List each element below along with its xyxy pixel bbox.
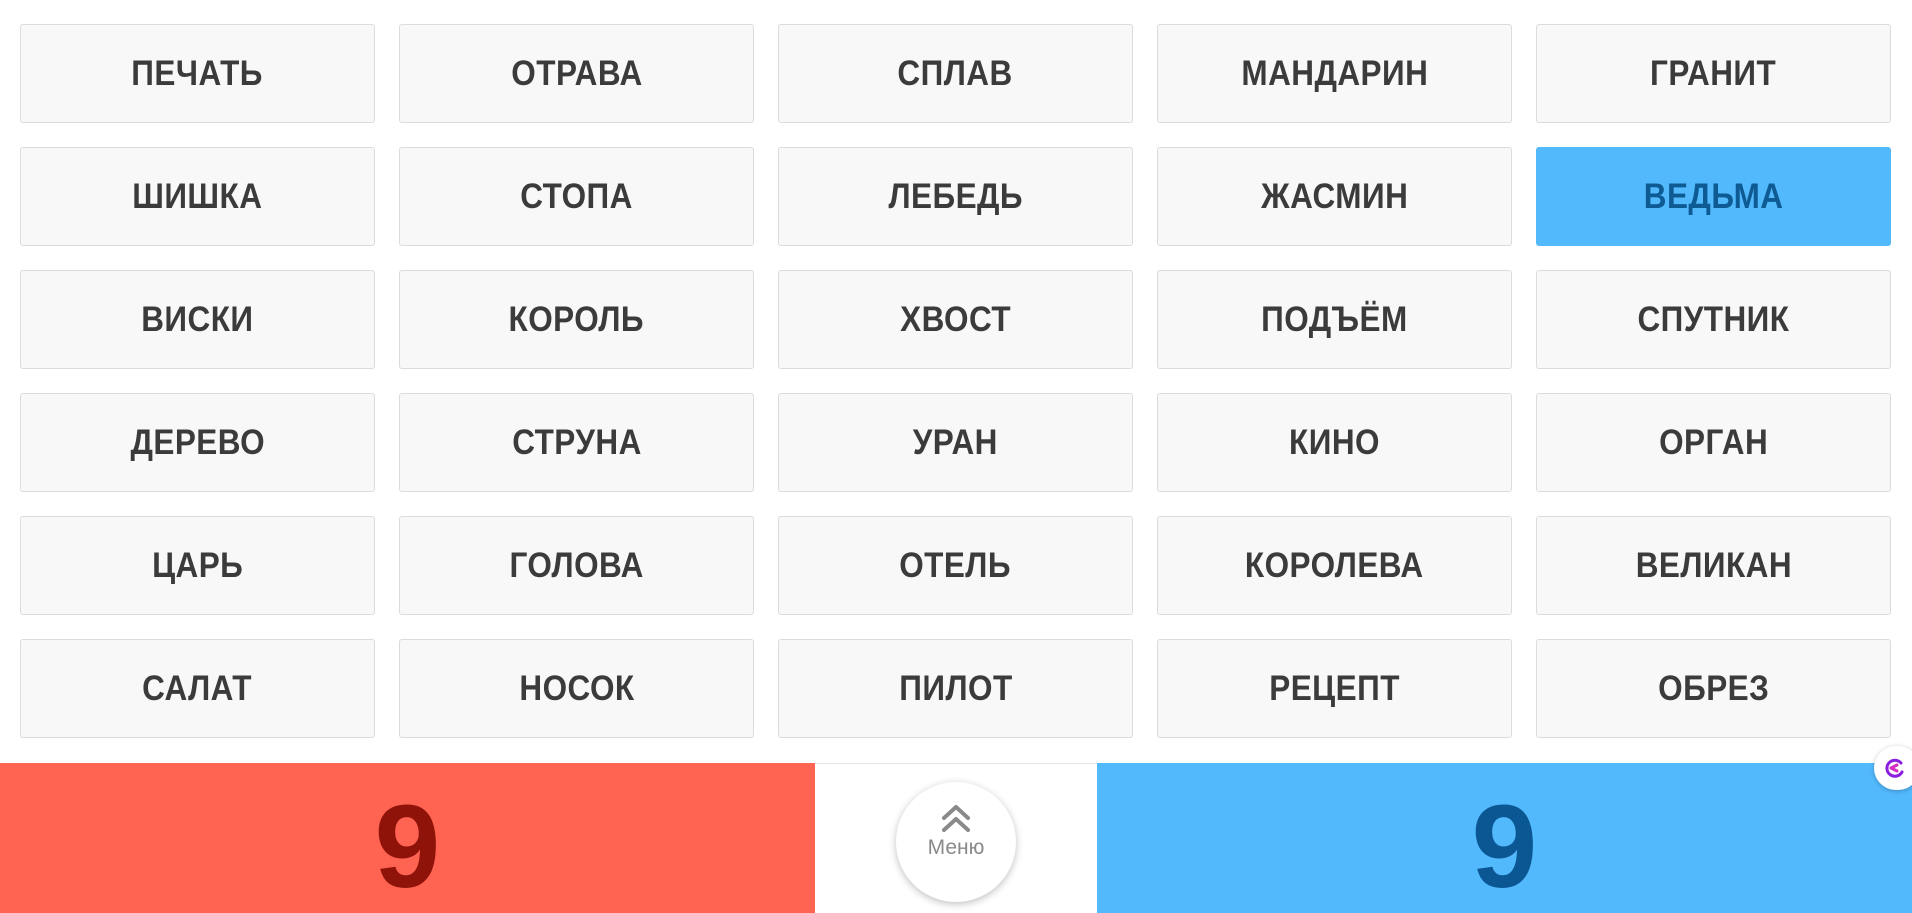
blue-team-score: 9 (1471, 781, 1538, 913)
card-word: СПЛАВ (897, 53, 1014, 93)
word-card[interactable]: ОРГАН (1536, 393, 1891, 492)
card-word: ВИСКИ (141, 299, 254, 339)
word-card[interactable]: СПУТНИК (1536, 270, 1891, 369)
word-card[interactable]: ПОДЪЁМ (1157, 270, 1512, 369)
word-card[interactable]: ВИСКИ (20, 270, 375, 369)
double-chevron-up-icon (942, 805, 970, 832)
card-word: ГРАНИТ (1650, 53, 1777, 93)
word-card[interactable]: УРАН (778, 393, 1133, 492)
word-card[interactable]: ВЕДЬМА (1536, 147, 1891, 246)
word-card[interactable]: КОРОЛЕВА (1157, 516, 1512, 615)
word-card[interactable]: ГОЛОВА (399, 516, 754, 615)
score-bar: 9 Меню 9 (0, 763, 1912, 913)
card-word: СТОПА (520, 176, 633, 216)
card-word: ОБРЕЗ (1657, 668, 1770, 708)
card-word: РЕЦЕПТ (1269, 668, 1400, 708)
word-card[interactable]: ЛЕБЕДЬ (778, 147, 1133, 246)
card-word: СТРУНА (511, 422, 642, 462)
card-word: ОТРАВА (510, 53, 643, 93)
menu-area: Меню (815, 763, 1097, 913)
card-word: ОТЕЛЬ (899, 545, 1012, 585)
word-card[interactable]: ЖАСМИН (1157, 147, 1512, 246)
card-word: ШИШКА (132, 176, 263, 216)
word-card[interactable]: ПЕЧАТЬ (20, 24, 375, 123)
word-card[interactable]: МАНДАРИН (1157, 24, 1512, 123)
word-card[interactable]: ВЕЛИКАН (1536, 516, 1891, 615)
card-word: КОРОЛЕВА (1245, 545, 1424, 585)
word-card[interactable]: СПЛАВ (778, 24, 1133, 123)
word-card[interactable]: СТОПА (399, 147, 754, 246)
card-word: СПУТНИК (1637, 299, 1790, 339)
word-card[interactable]: ШИШКА (20, 147, 375, 246)
word-card[interactable]: ОТРАВА (399, 24, 754, 123)
word-card[interactable]: РЕЦЕПТ (1157, 639, 1512, 738)
card-word: ОРГАН (1658, 422, 1769, 462)
card-word: ДЕРЕВО (130, 422, 265, 462)
word-card[interactable]: ЦАРЬ (20, 516, 375, 615)
blue-team-score-panel: 9 (1097, 763, 1912, 913)
word-card[interactable]: ОТЕЛЬ (778, 516, 1133, 615)
card-word: УРАН (912, 422, 999, 462)
card-word: ПИЛОТ (898, 668, 1013, 708)
word-card[interactable]: ОБРЕЗ (1536, 639, 1891, 738)
word-card[interactable]: КИНО (1157, 393, 1512, 492)
word-card[interactable]: НОСОК (399, 639, 754, 738)
card-word: ВЕЛИКАН (1635, 545, 1792, 585)
red-team-score: 9 (374, 781, 441, 913)
word-card[interactable]: СТРУНА (399, 393, 754, 492)
menu-button[interactable]: Меню (896, 782, 1016, 902)
card-word: ЖАСМИН (1260, 176, 1409, 216)
word-card[interactable]: ХВОСТ (778, 270, 1133, 369)
card-word: ВЕДЬМА (1643, 176, 1784, 216)
swirl-icon (1885, 758, 1904, 778)
card-word: ХВОСТ (900, 299, 1011, 339)
card-word: МАНДАРИН (1241, 53, 1428, 93)
card-word: КИНО (1289, 422, 1380, 462)
card-word: ГОЛОВА (509, 545, 644, 585)
card-word: ПОДЪЁМ (1261, 299, 1408, 339)
card-word: САЛАТ (142, 668, 253, 708)
word-card[interactable]: КОРОЛЬ (399, 270, 754, 369)
word-card[interactable]: ДЕРЕВО (20, 393, 375, 492)
red-team-score-panel: 9 (0, 763, 815, 913)
card-word: ПЕЧАТЬ (131, 53, 264, 93)
menu-label: Меню (927, 836, 985, 859)
card-word: КОРОЛЬ (508, 299, 645, 339)
card-word: НОСОК (518, 668, 635, 708)
word-board: ПЕЧАТЬ ОТРАВА СПЛАВ МАНДАРИН ГРАНИТ ШИШКА СТОП… (20, 24, 1892, 738)
word-card[interactable]: ГРАНИТ (1536, 24, 1891, 123)
card-word: ЦАРЬ (151, 545, 244, 585)
side-widget-button[interactable] (1874, 746, 1912, 790)
word-card[interactable]: САЛАТ (20, 639, 375, 738)
card-word: ЛЕБЕДЬ (888, 176, 1023, 216)
word-card[interactable]: ПИЛОТ (778, 639, 1133, 738)
